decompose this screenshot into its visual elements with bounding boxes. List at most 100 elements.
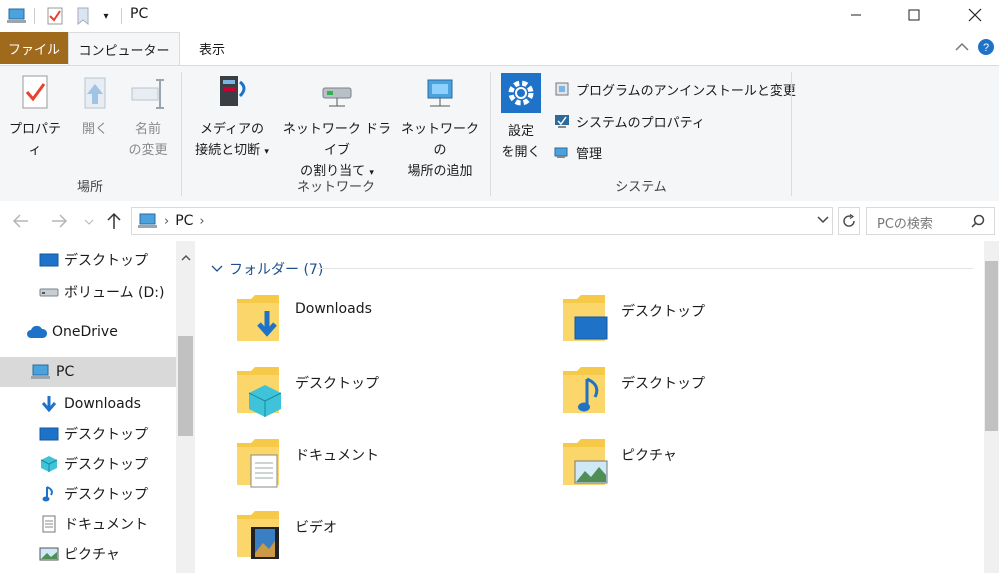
folder-tile-downloads[interactable]: Downloads [235,293,372,357]
minimize-button[interactable] [833,0,879,30]
back-arrow-icon[interactable] [12,213,30,233]
breadcrumb-chevron-icon[interactable]: › [199,214,204,229]
breadcrumb-pc[interactable]: PC [175,213,193,229]
refresh-button[interactable] [838,207,860,235]
nav-pane-scrollbar[interactable] [176,241,195,573]
documents-icon [38,515,60,533]
svg-text:?: ? [983,42,989,54]
settings-label-line1: 設定 [507,124,534,139]
nav-item-label: ピクチャ [64,547,120,563]
properties-quick-icon[interactable] [44,6,66,26]
nav-item-desktop-2[interactable]: デスクトップ [0,419,176,449]
content-scrollbar-thumb[interactable] [985,261,998,431]
nav-item-pictures[interactable]: ピクチャ [0,539,176,569]
folder-tile-documents[interactable]: ドキュメント [235,437,379,501]
open-icon [84,77,106,109]
downloads-icon [38,395,60,413]
desktop-icon [38,253,60,267]
ribbon-tabs: ファイル コンピューター 表示 ? [0,32,999,66]
system-group-label: システム [615,180,667,195]
close-button[interactable] [952,0,998,30]
uninstall-programs-button[interactable]: プログラムのアンインストールと変更 [554,77,796,101]
tab-view[interactable]: 表示 [178,32,246,64]
section-divider [317,268,973,269]
nav-item-music[interactable]: デスクトップ [0,479,176,509]
forward-arrow-icon[interactable] [50,213,68,233]
folder-tile-desktop[interactable]: デスクトップ [561,293,705,357]
folder-tile-3d-objects[interactable]: デスクトップ [235,365,379,429]
rename-label-line1: 名前 [134,122,161,137]
music-icon [38,485,60,503]
pc-app-icon [6,6,28,26]
nav-item-desktop[interactable]: デスクトップ [0,245,176,275]
documents-folder-icon [237,439,279,488]
folder-name: デスクトップ [621,304,705,320]
up-arrow-icon[interactable] [106,212,122,234]
content-pane: フォルダー (7) Downloads デスクトップ デスクトップ デスクトップ… [199,241,984,573]
address-dropdown-icon[interactable] [817,214,829,229]
help-icon[interactable]: ? [977,38,995,60]
system-properties-button[interactable]: システムのプロパティ [554,109,705,133]
manage-label: 管理 [576,146,603,162]
tab-file[interactable]: ファイル [0,32,68,64]
folder-tile-videos[interactable]: ビデオ [235,509,337,573]
search-icon[interactable] [971,214,985,232]
rename-button[interactable]: 名前 の変更 [122,74,174,161]
nav-scrollbar-thumb[interactable] [178,336,193,436]
open-settings-button[interactable]: 設定 を開く [496,72,546,163]
nav-item-downloads[interactable]: Downloads [0,389,176,419]
scroll-up-icon[interactable] [181,251,191,266]
tab-computer[interactable]: コンピューター [68,32,180,66]
properties-icon [22,75,48,109]
nav-item-volume-d[interactable]: ボリューム (D:) [0,277,176,307]
3d-objects-icon [38,455,60,473]
open-button[interactable]: 開く [72,74,118,140]
search-box[interactable]: PCの検索 [866,207,995,235]
nav-item-onedrive[interactable]: OneDrive [0,317,176,347]
search-placeholder: PCの検索 [877,217,933,232]
map-network-drive-button[interactable]: ネットワーク ドライブ の割り当て ▾ [278,72,396,184]
nav-item-label: ドキュメント [64,517,148,533]
desktop-icon [38,427,60,441]
manage-button[interactable]: 管理 [554,140,602,164]
pictures-icon [38,547,60,561]
folder-tile-music[interactable]: デスクトップ [561,365,705,429]
customize-quick-access-icon[interactable]: ▾ [98,6,114,26]
folders-section-header[interactable]: フォルダー (7) [211,259,323,279]
refresh-icon [843,214,855,227]
nav-item-label: デスクトップ [64,427,148,443]
manage-icon [554,147,568,158]
nav-item-label: デスクトップ [64,487,148,503]
pc-icon [30,364,52,380]
content-scrollbar[interactable] [984,241,999,573]
media-label-line2: 接続と切断 ▾ [195,143,269,158]
collapse-section-chevron-icon[interactable] [211,265,223,273]
nav-item-pc[interactable]: PC [0,357,176,387]
network-drive-icon [322,87,352,107]
collapse-ribbon-icon[interactable] [955,40,969,56]
uninstall-icon [555,82,569,96]
uninstall-label: プログラムのアンインストールと変更 [576,83,796,99]
folder-tile-pictures[interactable]: ピクチャ [561,437,677,501]
rename-icon [131,79,164,109]
address-bar[interactable]: › PC › [131,207,833,235]
new-folder-quick-icon[interactable] [72,6,94,26]
breadcrumb-separator-icon: › [164,213,170,229]
settings-label-line2: を開く [501,145,541,160]
nav-item-3d-objects[interactable]: デスクトップ [0,449,176,479]
properties-button[interactable]: プロパティ [4,74,66,161]
folder-name: ドキュメント [295,448,379,464]
pc-breadcrumb-icon [138,213,158,229]
media-connect-button[interactable]: メディアの 接続と切断 ▾ [188,72,276,163]
maximize-button[interactable] [891,0,937,30]
network-location-icon [427,79,453,107]
nav-item-label: OneDrive [52,324,118,340]
folder-name: ビデオ [295,520,337,536]
navigation-bar: › PC › PCの検索 [0,201,999,241]
videos-folder-icon [237,511,279,559]
recent-locations-chevron-icon[interactable] [84,215,94,230]
map-drive-label-line1: ネットワーク ドライブ [282,122,392,158]
media-label-line1: メディアの [199,122,265,137]
add-network-location-button[interactable]: ネットワークの 場所の追加 [398,72,482,182]
nav-item-documents[interactable]: ドキュメント [0,509,176,539]
